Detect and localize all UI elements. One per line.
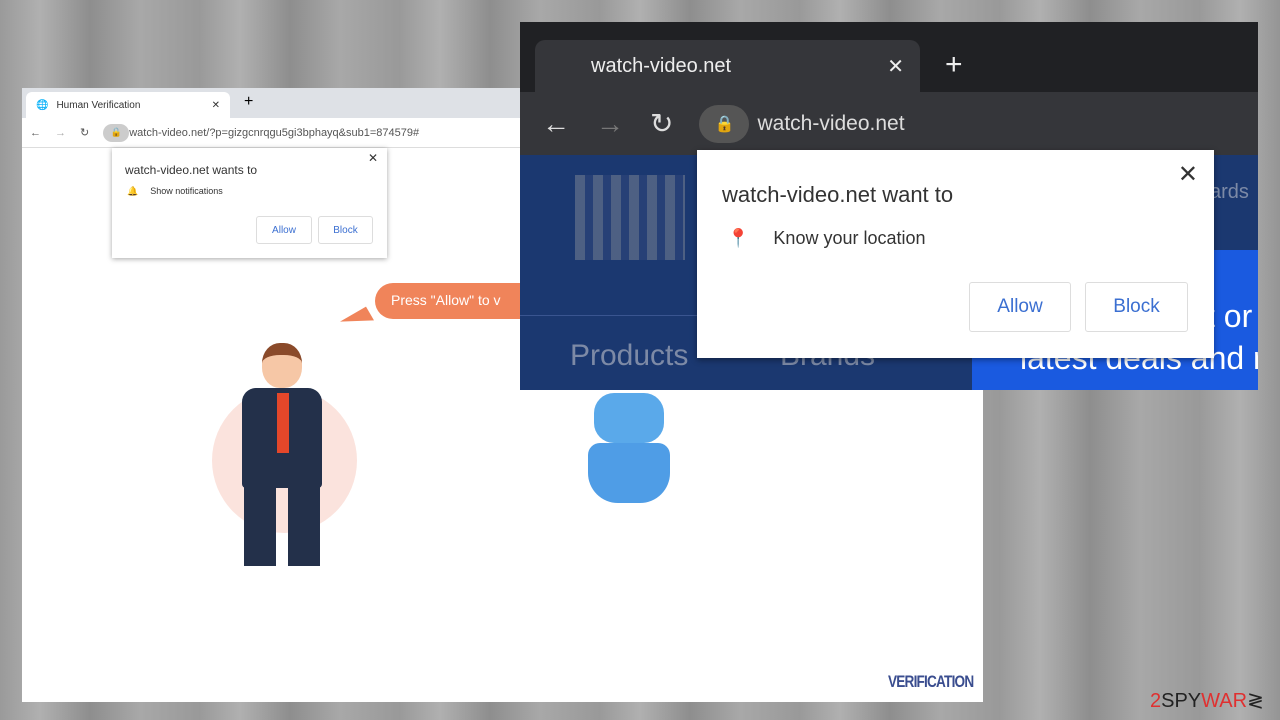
reload-icon[interactable]: ↻ <box>650 107 673 140</box>
tab-human-verification[interactable]: 🌐 Human Verification ✕ <box>26 92 230 118</box>
block-button[interactable]: Block <box>318 216 373 244</box>
bubble-tail <box>340 306 374 336</box>
forward-icon[interactable]: → <box>596 108 624 140</box>
popup-title: watch-video.net want to <box>722 182 954 207</box>
notification-permission-popup: ✕ watch-video.net wants to 🔔 Show notific… <box>112 148 387 258</box>
man-legs <box>244 486 320 566</box>
globe-icon: 🌐 <box>36 99 49 111</box>
location-pin-icon: 📍 <box>727 228 750 248</box>
robot-body <box>588 443 670 503</box>
allow-button[interactable]: Allow <box>969 282 1071 332</box>
url-text: watch-video.net/?p=gizgcnrqgu5gi3bphayq&… <box>129 126 420 139</box>
location-permission-popup: ✕ watch-video.net want to 📍 Know your loc… <box>697 150 1214 358</box>
nav-products[interactable]: Products <box>570 339 688 373</box>
address-bar[interactable]: 🔒 watch-video.net <box>699 104 905 143</box>
close-tab-icon[interactable]: ✕ <box>212 100 220 111</box>
reload-icon[interactable]: ↻ <box>80 126 89 139</box>
permission-text: Know your location <box>773 228 926 248</box>
new-tab-icon[interactable]: + <box>244 93 253 111</box>
tab-title: Human Verification <box>56 99 141 111</box>
lock-icon[interactable]: 🔒 <box>699 104 750 143</box>
2spyware-watermark: 2SPYWAR≷ <box>1150 690 1264 712</box>
tab-title: watch-video.net <box>591 54 732 77</box>
back-icon[interactable]: ← <box>30 127 41 139</box>
allow-button[interactable]: Allow <box>256 216 312 244</box>
bell-icon: 🔔 <box>127 186 139 196</box>
lock-icon[interactable]: 🔒 <box>103 123 130 142</box>
tab-watch-video[interactable]: watch-video.net ✕ <box>535 40 920 92</box>
front-browser-window: watch-video.net ✕ + ← → ↻ 🔒 watch-video.n… <box>520 22 1258 390</box>
block-button[interactable]: Block <box>1085 282 1188 332</box>
address-bar[interactable]: 🔒 watch-video.net/?p=gizgcnrqgu5gi3bphayq… <box>103 123 420 142</box>
permission-text: Show notifications <box>150 186 223 196</box>
new-tab-icon[interactable]: + <box>945 48 963 82</box>
nav-cards[interactable]: ards <box>1210 181 1249 204</box>
robot-head <box>594 393 664 443</box>
close-tab-icon[interactable]: ✕ <box>887 54 904 79</box>
popup-title: watch-video.net wants to <box>125 163 258 177</box>
forward-icon[interactable]: → <box>55 127 66 139</box>
close-icon[interactable]: ✕ <box>1178 160 1198 189</box>
man-tie <box>277 393 289 453</box>
verification-logo: VERIFICATION <box>888 672 974 691</box>
url-text: watch-video.net <box>757 111 905 135</box>
man-head <box>262 343 302 388</box>
blurred-logo <box>575 175 685 260</box>
back-icon[interactable]: ← <box>542 108 570 140</box>
toolbar: ← → ↻ 🔒 watch-video.net <box>520 92 1258 155</box>
close-icon[interactable]: ✕ <box>368 151 378 165</box>
